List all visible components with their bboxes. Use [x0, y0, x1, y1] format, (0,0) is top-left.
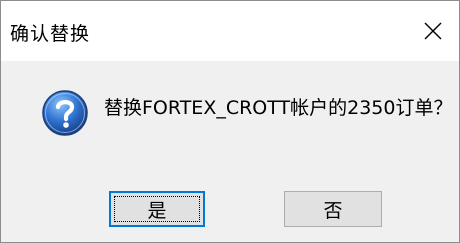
close-icon: [424, 22, 442, 40]
title-bar: 确认替换: [1, 1, 459, 61]
confirm-dialog: 确认替换 替换FORTEX_CROTT帐户的2350订单？ 是 否: [0, 0, 460, 243]
question-icon: [42, 90, 88, 136]
yes-button[interactable]: 是: [109, 191, 205, 227]
yes-button-label: 是: [147, 199, 167, 222]
close-button[interactable]: [407, 1, 459, 61]
no-button-label: 否: [323, 199, 343, 222]
dialog-body: 替换FORTEX_CROTT帐户的2350订单？ 是 否: [1, 61, 459, 242]
no-button[interactable]: 否: [284, 191, 382, 227]
dialog-message: 替换FORTEX_CROTT帐户的2350订单？: [104, 97, 453, 119]
dialog-title: 确认替换: [10, 23, 91, 45]
